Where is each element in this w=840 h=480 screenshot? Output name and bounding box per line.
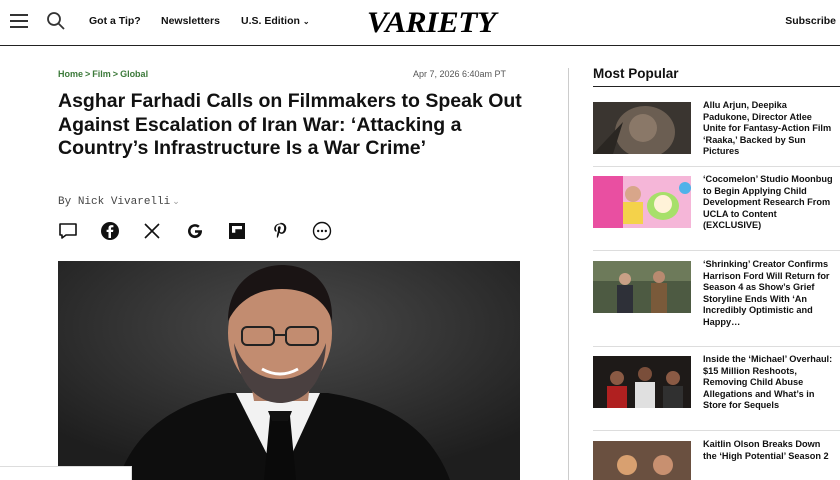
x-icon[interactable]	[142, 221, 162, 241]
more-icon[interactable]	[312, 221, 332, 241]
most-popular-headline[interactable]: ‘Shrinking’ Creator Confirms Harrison Fo…	[703, 259, 835, 328]
breadcrumb-home[interactable]: Home	[58, 69, 83, 79]
thumbnail-image	[593, 102, 691, 154]
most-popular-item[interactable]: Allu Arjun, Deepika Padukone, Director A…	[593, 100, 840, 158]
breadcrumb: Home > Film > Global	[58, 69, 148, 79]
thumbnail-image	[593, 261, 691, 313]
byline-prefix: By	[58, 196, 72, 208]
most-popular-item[interactable]: Kaitlin Olson Breaks Down the ‘High Pote…	[593, 439, 840, 480]
comment-icon[interactable]	[58, 221, 78, 241]
most-popular-headline[interactable]: Inside the ‘Michael’ Overhaul: $15 Milli…	[703, 354, 835, 412]
divider	[593, 346, 840, 347]
thumbnail[interactable]	[593, 261, 691, 313]
site-header: Got a Tip? Newsletters U.S. Edition ⌄ VA…	[0, 0, 840, 46]
breadcrumb-separator: >	[85, 69, 91, 79]
thumbnail[interactable]	[593, 356, 691, 408]
divider	[593, 250, 840, 251]
most-popular-item[interactable]: Inside the ‘Michael’ Overhaul: $15 Milli…	[593, 354, 840, 412]
pinterest-icon[interactable]	[270, 221, 290, 241]
thumbnail[interactable]	[593, 441, 691, 480]
portrait-illustration	[58, 261, 520, 480]
most-popular-title: Most Popular	[593, 66, 679, 81]
thumbnail-image	[593, 176, 691, 228]
subscribe-button[interactable]: Subscribe	[785, 15, 836, 27]
search-icon[interactable]	[46, 11, 66, 31]
breadcrumb-separator: >	[112, 69, 119, 79]
author-link[interactable]: Nick Vivarelli	[78, 196, 170, 208]
nav-got-a-tip[interactable]: Got a Tip?	[89, 15, 141, 27]
column-divider	[568, 68, 569, 480]
divider	[593, 166, 840, 167]
thumbnail-image	[593, 356, 691, 408]
most-popular-item[interactable]: ‘Cocomelon’ Studio Moonbug to Begin Appl…	[593, 174, 840, 232]
thumbnail-image	[593, 441, 691, 480]
flipboard-icon[interactable]	[227, 221, 247, 241]
bottom-overlay	[0, 466, 132, 480]
article-headline: Asghar Farhadi Calls on Filmmakers to Sp…	[58, 90, 522, 159]
publish-date: Apr 7, 2026 6:40am PT	[413, 69, 507, 79]
most-popular-headline[interactable]: Kaitlin Olson Breaks Down the ‘High Pote…	[703, 439, 835, 462]
byline: By Nick Vivarelli ⌄	[58, 196, 180, 208]
most-popular-headline[interactable]: ‘Cocomelon’ Studio Moonbug to Begin Appl…	[703, 174, 835, 232]
google-icon[interactable]	[185, 221, 205, 241]
hero-image	[58, 261, 520, 480]
breadcrumb-film[interactable]: Film	[92, 69, 111, 79]
breadcrumb-global[interactable]: Global	[120, 69, 148, 79]
chevron-down-icon: ⌄	[302, 17, 310, 26]
menu-icon[interactable]	[10, 14, 28, 28]
most-popular-headline[interactable]: Allu Arjun, Deepika Padukone, Director A…	[703, 100, 835, 158]
nav-edition[interactable]: U.S. Edition ⌄	[241, 15, 310, 27]
thumbnail[interactable]	[593, 176, 691, 228]
site-logo[interactable]: VARIETY	[367, 6, 496, 40]
edition-label: U.S. Edition	[241, 15, 300, 27]
divider	[593, 430, 840, 431]
most-popular-rule	[593, 86, 840, 87]
most-popular-item[interactable]: ‘Shrinking’ Creator Confirms Harrison Fo…	[593, 259, 840, 327]
nav-newsletters[interactable]: Newsletters	[161, 15, 220, 27]
facebook-icon[interactable]	[100, 221, 120, 241]
thumbnail[interactable]	[593, 102, 691, 154]
chevron-down-icon[interactable]: ⌄	[172, 197, 180, 207]
